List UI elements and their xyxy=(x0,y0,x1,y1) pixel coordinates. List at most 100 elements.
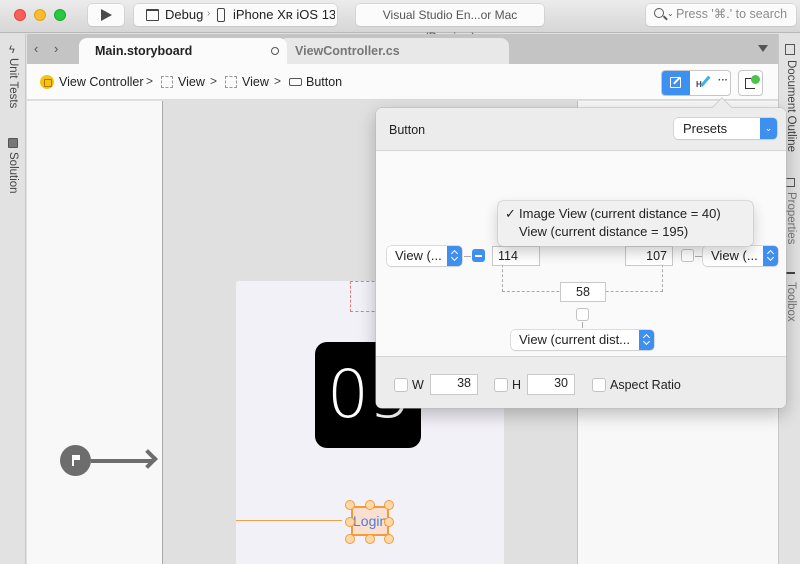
search-field[interactable]: ⌄ xyxy=(646,4,796,26)
stepper-arrows-icon xyxy=(763,246,778,266)
bottom-spacing-field[interactable]: 58 xyxy=(560,282,606,302)
run-button[interactable] xyxy=(88,4,124,26)
width-checkbox[interactable] xyxy=(394,378,408,392)
resize-handle[interactable] xyxy=(384,500,394,510)
breadcrumb-item-view[interactable]: View xyxy=(178,75,205,89)
constraints-mode-button[interactable]: H xyxy=(690,71,714,95)
search-input[interactable] xyxy=(676,7,794,21)
leading-neighbor-dropdown[interactable]: View (... xyxy=(387,246,462,266)
arrow-right-icon xyxy=(138,449,158,469)
flag-icon xyxy=(72,455,80,466)
configuration-label[interactable]: Debug xyxy=(165,7,203,22)
left-pad-bar: ϟ Unit Tests Solution xyxy=(0,34,26,564)
tab-label: Main.storyboard xyxy=(95,44,193,58)
spacing-editor: View (... 114 40 107 View (... 58 View (… xyxy=(376,152,786,355)
scheme-selector[interactable]: Debug › iPhone Xʀ iOS 13.0 xyxy=(134,4,337,26)
size-constraints-row: W 38 H 30 Aspect Ratio xyxy=(376,356,786,408)
pad-tab-label: Toolbox xyxy=(785,282,797,322)
designer-mode-segmented-control: H ··· xyxy=(661,70,731,96)
menu-item-view[interactable]: View (current distance = 195) xyxy=(498,223,753,241)
aspect-ratio-checkbox[interactable] xyxy=(592,378,606,392)
breadcrumb: View Controller > View > View > Button H… xyxy=(27,64,778,100)
properties-mode-button[interactable] xyxy=(662,71,690,95)
stepper-arrows-icon xyxy=(447,246,462,266)
breadcrumb-item-view[interactable]: View xyxy=(242,75,269,89)
height-checkbox[interactable] xyxy=(494,378,508,392)
minimize-window-button[interactable] xyxy=(34,9,46,21)
pad-tab-label: Document Outline xyxy=(785,60,797,153)
view-icon xyxy=(161,76,173,88)
device-label[interactable]: iPhone Xʀ iOS 13.0 xyxy=(233,7,335,22)
checkmark-icon: ✓ xyxy=(505,206,516,221)
width-label: W xyxy=(412,378,424,392)
presets-dropdown[interactable]: Presets ⌄ xyxy=(674,118,777,139)
phone-icon xyxy=(217,8,225,22)
leading-neighbor-label: View (... xyxy=(395,248,442,263)
resize-handle[interactable] xyxy=(345,500,355,510)
refresh-preview-button[interactable] xyxy=(738,70,763,96)
pad-tab-label: Properties xyxy=(785,192,797,245)
height-field[interactable]: 30 xyxy=(527,374,575,395)
search-icon xyxy=(654,8,664,18)
pad-tab-label: Unit Tests xyxy=(7,58,19,109)
window-icon xyxy=(146,9,159,21)
chevron-down-icon: ⌄ xyxy=(760,118,777,139)
chevron-right-icon: > xyxy=(274,74,282,88)
properties-icon xyxy=(785,178,795,187)
resize-handle[interactable] xyxy=(365,534,375,544)
close-window-button[interactable] xyxy=(14,9,26,21)
trailing-spacing-field[interactable]: 107 xyxy=(625,246,673,266)
refresh-icon xyxy=(751,75,760,84)
aspect-ratio-label: Aspect Ratio xyxy=(610,378,681,392)
pencil-icon xyxy=(700,75,711,87)
leading-pin-checkbox[interactable] xyxy=(472,249,485,262)
play-icon xyxy=(101,9,112,21)
trailing-neighbor-label: View (... xyxy=(711,248,758,263)
zoom-window-button[interactable] xyxy=(54,9,66,21)
initial-view-controller-marker[interactable] xyxy=(60,445,91,476)
pin-line xyxy=(582,322,583,328)
resize-handle[interactable] xyxy=(384,517,394,527)
chevron-right-icon[interactable]: › xyxy=(54,41,58,56)
close-tab-icon[interactable] xyxy=(271,47,279,55)
bottom-neighbor-label: View (current dist... xyxy=(519,332,631,347)
chevron-right-icon: > xyxy=(210,74,218,88)
popover-title: Button xyxy=(389,123,426,137)
resize-handle[interactable] xyxy=(345,517,355,527)
view-controller-icon xyxy=(40,75,54,89)
chevron-left-icon[interactable]: ‹ xyxy=(34,41,38,56)
menu-item-label: Image View (current distance = 40) xyxy=(519,206,721,221)
more-button[interactable]: ··· xyxy=(714,71,730,95)
popover-header: Button Presets ⌄ xyxy=(376,108,786,151)
tab-main-storyboard[interactable]: Main.storyboard xyxy=(79,38,287,64)
breadcrumb-item-button[interactable]: Button xyxy=(306,75,342,89)
tab-overflow-icon[interactable] xyxy=(758,45,768,52)
top-neighbor-menu: ✓ Image View (current distance = 40) Vie… xyxy=(498,201,753,246)
stepper-arrows-icon xyxy=(639,330,654,350)
trailing-neighbor-dropdown[interactable]: View (... xyxy=(703,246,778,266)
chevron-down-icon: ⌄ xyxy=(667,9,674,18)
toolbox-icon xyxy=(785,272,795,274)
height-label: H xyxy=(512,378,522,392)
resize-handle[interactable] xyxy=(345,534,355,544)
leading-spacing-field[interactable]: 114 xyxy=(492,246,540,266)
trailing-pin-checkbox[interactable] xyxy=(681,249,694,262)
resize-handle[interactable] xyxy=(365,500,375,510)
lightning-icon: ϟ xyxy=(9,44,15,56)
leading-constraint-line xyxy=(236,520,342,521)
menu-item-image-view[interactable]: ✓ Image View (current distance = 40) xyxy=(498,205,753,223)
breadcrumb-item-view-controller[interactable]: View Controller xyxy=(59,75,144,89)
button-icon xyxy=(289,78,302,86)
tab-viewcontroller-cs[interactable]: ViewController.cs xyxy=(279,38,509,64)
bottom-pin-checkbox[interactable] xyxy=(576,308,589,321)
presets-label: Presets xyxy=(683,121,728,136)
document-outline-icon xyxy=(785,44,795,55)
pin-line xyxy=(695,256,702,257)
view-icon xyxy=(225,76,237,88)
constraints-popover: Button Presets ⌄ View (... 114 40 107 Vi… xyxy=(376,98,786,408)
resize-handle[interactable] xyxy=(384,534,394,544)
bottom-neighbor-dropdown[interactable]: View (current dist... xyxy=(511,330,654,350)
width-field[interactable]: 38 xyxy=(430,374,478,395)
status-bar: Visual Studio En...or Mac (Preview) xyxy=(356,4,544,44)
menu-item-label: View (current distance = 195) xyxy=(519,224,689,239)
